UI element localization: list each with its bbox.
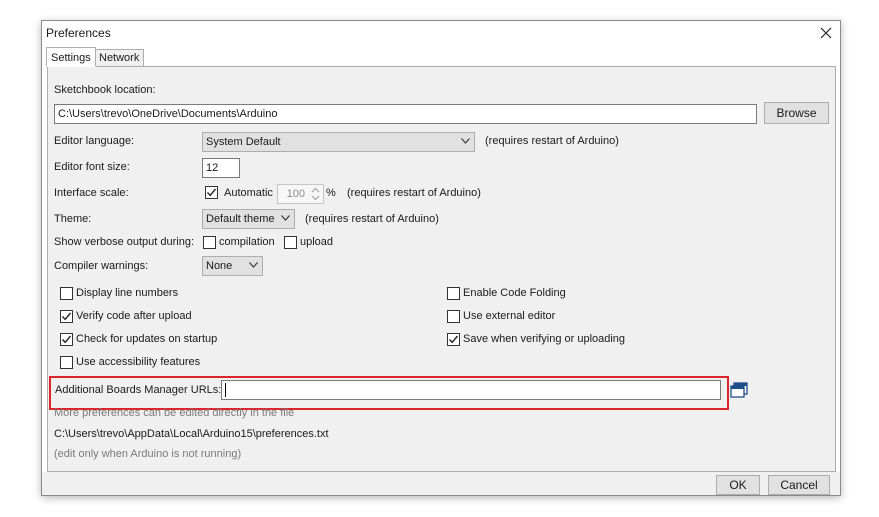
ok-button[interactable]: OK (716, 475, 760, 495)
tab-settings[interactable]: Settings (46, 47, 96, 67)
verify-after-upload-label: Verify code after upload (76, 310, 192, 322)
code-folding-label: Enable Code Folding (463, 287, 566, 299)
checkmark-icon (61, 335, 72, 344)
spinner-arrows-icon (311, 187, 320, 201)
title-bar: Preferences (42, 21, 840, 45)
accessibility-checkbox[interactable] (60, 356, 73, 369)
edit-warning-note: (edit only when Arduino is not running) (54, 448, 242, 460)
interface-scale-spinner[interactable]: 100 (277, 184, 324, 204)
editor-language-select[interactable]: System Default (202, 132, 475, 152)
window-title: Preferences (46, 26, 111, 40)
display-line-numbers-checkbox[interactable] (60, 287, 73, 300)
save-when-verifying-checkbox[interactable] (447, 333, 460, 346)
check-updates-checkbox[interactable] (60, 333, 73, 346)
verbose-upload-label: upload (300, 236, 334, 248)
verbose-label: Show verbose output during: (54, 236, 195, 248)
checkmark-icon (206, 188, 217, 197)
editor-language-value: System Default (206, 136, 281, 148)
text-caret (225, 383, 226, 397)
boards-manager-urls-input[interactable] (221, 380, 721, 400)
boards-manager-label: Additional Boards Manager URLs: (55, 384, 222, 396)
chevron-down-icon (249, 262, 258, 268)
chevron-down-icon (461, 138, 470, 144)
chevron-down-icon (281, 215, 290, 221)
preferences-dialog: Preferences Settings Network Sketchbook … (41, 20, 841, 496)
theme-value: Default theme (206, 213, 275, 225)
accessibility-label: Use accessibility features (76, 356, 201, 368)
interface-scale-unit: % (326, 187, 336, 199)
external-editor-checkbox[interactable] (447, 310, 460, 323)
settings-panel: Sketchbook location: C:\Users\trevo\OneD… (47, 66, 836, 472)
editor-language-note: (requires restart of Arduino) (485, 135, 619, 147)
theme-label: Theme: (54, 213, 92, 225)
tab-network[interactable]: Network (94, 49, 145, 67)
checkmark-icon (448, 335, 459, 344)
display-line-numbers-label: Display line numbers (76, 287, 179, 299)
window-list-icon[interactable] (729, 381, 749, 399)
sketchbook-path-field[interactable]: C:\Users\trevo\OneDrive\Documents\Arduin… (54, 104, 757, 124)
browse-button[interactable]: Browse (764, 102, 829, 124)
verify-after-upload-checkbox[interactable] (60, 310, 73, 323)
interface-scale-value: 100 (286, 188, 305, 200)
external-editor-label: Use external editor (463, 310, 556, 322)
dialog-footer: OK Cancel (42, 472, 840, 495)
check-updates-label: Check for updates on startup (76, 333, 218, 345)
compiler-warnings-value: None (206, 260, 233, 272)
preferences-file-path: C:\Users\trevo\AppData\Local\Arduino15\p… (54, 428, 329, 440)
theme-select[interactable]: Default theme (202, 209, 295, 229)
sketchbook-label: Sketchbook location: (54, 84, 156, 96)
checkmark-icon (61, 312, 72, 321)
verbose-compilation-label: compilation (219, 236, 275, 248)
code-folding-checkbox[interactable] (447, 287, 460, 300)
verbose-compilation-checkbox[interactable] (203, 236, 216, 249)
theme-note: (requires restart of Arduino) (305, 213, 439, 225)
interface-scale-label: Interface scale: (54, 187, 129, 199)
verbose-upload-checkbox[interactable] (284, 236, 297, 249)
interface-scale-note: (requires restart of Arduino) (347, 187, 481, 199)
save-when-verifying-label: Save when verifying or uploading (463, 333, 626, 345)
editor-language-label: Editor language: (54, 135, 135, 147)
interface-scale-automatic-checkbox[interactable] (205, 186, 218, 199)
cancel-button[interactable]: Cancel (768, 475, 830, 495)
interface-scale-automatic-label: Automatic (224, 187, 273, 199)
compiler-warnings-label: Compiler warnings: (54, 260, 149, 272)
more-preferences-note: More preferences can be edited directly … (54, 407, 295, 419)
font-size-field[interactable]: 12 (202, 158, 240, 178)
close-icon[interactable] (818, 25, 834, 41)
font-size-label: Editor font size: (54, 161, 130, 173)
compiler-warnings-select[interactable]: None (202, 256, 263, 276)
